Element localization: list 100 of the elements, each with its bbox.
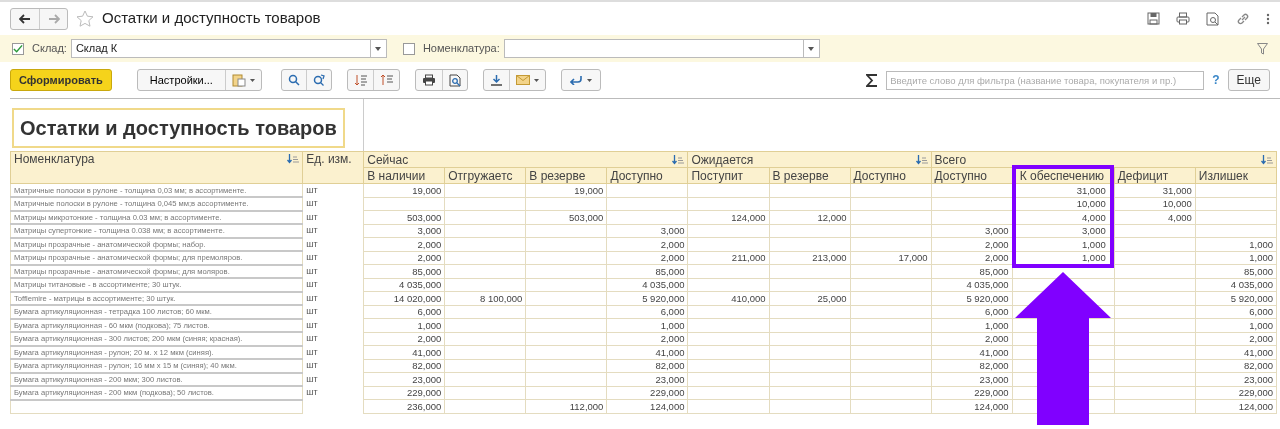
table-cell: 6,000 <box>1195 305 1277 319</box>
generate-button[interactable]: Сформировать <box>10 69 112 91</box>
table-cell: 124,000 <box>931 399 1013 413</box>
back-arrow-icon <box>19 13 31 24</box>
table-cell: 4 035,000 <box>1195 278 1277 292</box>
table-cell: 85,000 <box>1195 264 1277 278</box>
star-icon[interactable] <box>76 10 94 27</box>
table-cell: шт <box>302 291 364 305</box>
print-preview-icon <box>448 73 461 87</box>
table-cell: 23,000 <box>931 372 1013 386</box>
table-cell: 10,000 <box>1114 197 1196 211</box>
dropdown-field[interactable]: Склад К <box>70 39 387 58</box>
sort-icon[interactable] <box>672 154 685 165</box>
return-arrow-icon <box>569 75 582 85</box>
table-cell: шт <box>302 345 364 359</box>
sigma-icon[interactable] <box>866 74 879 88</box>
table-cell: 6,000 <box>931 305 1013 319</box>
table-cell: 14 020,000 <box>363 291 445 305</box>
help-link[interactable]: ? <box>1212 71 1220 89</box>
printer-icon <box>421 74 436 86</box>
table-cell: 1,000 <box>1195 318 1277 332</box>
table-cell: 4 035,000 <box>931 278 1013 292</box>
filter-label: Склад: <box>32 41 67 57</box>
dropdown-field[interactable] <box>503 39 820 58</box>
table-cell: 41,000 <box>1195 345 1277 359</box>
table-cell: шт <box>302 183 364 197</box>
table-cell: 229,000 <box>1195 386 1277 400</box>
table-cell: 3,000 <box>363 224 445 238</box>
table-cell: 229,000 <box>606 386 688 400</box>
table-cell: 82,000 <box>931 359 1013 373</box>
table-cell: 23,000 <box>363 372 445 386</box>
table-cell: 124,000 <box>606 399 688 413</box>
table-cell: шт <box>302 359 364 373</box>
table-cell: 23,000 <box>606 372 688 386</box>
table-cell: 5 920,000 <box>1195 291 1277 305</box>
table-cell: 4 035,000 <box>606 278 688 292</box>
window-title: Остатки и доступность товаров <box>102 8 321 29</box>
more-vertical-icon[interactable] <box>1266 12 1270 25</box>
link-icon[interactable] <box>1236 11 1250 26</box>
table-cell: 8 100,000 <box>444 291 526 305</box>
table-cell: шт <box>302 224 364 238</box>
download-icon <box>489 74 503 86</box>
table-cell: 112,000 <box>525 399 607 413</box>
table-cell: 2,000 <box>363 332 445 346</box>
table-cell: шт <box>302 332 364 346</box>
table-cell: 2,000 <box>606 251 688 265</box>
forward-arrow-icon <box>47 13 60 24</box>
table-cell: 41,000 <box>606 345 688 359</box>
table-cell: 82,000 <box>1195 359 1277 373</box>
checkbox[interactable] <box>12 42 24 55</box>
table-cell: шт <box>302 318 364 332</box>
table-cell: 213,000 <box>769 251 851 265</box>
sort-list-icon <box>353 74 367 86</box>
table-cell: 19,000 <box>525 183 607 197</box>
table-cell: 85,000 <box>363 264 445 278</box>
table-cell: 229,000 <box>363 386 445 400</box>
table-cell: 17,000 <box>850 251 932 265</box>
table-cell: 23,000 <box>1195 372 1277 386</box>
sort-icon[interactable] <box>1261 154 1273 165</box>
caret-icon <box>375 46 382 51</box>
table-cell: 41,000 <box>931 345 1013 359</box>
table-cell: шт <box>302 264 364 278</box>
table-cell: 31,000 <box>1114 183 1196 197</box>
table-cell: 3,000 <box>606 224 688 238</box>
caret-icon <box>808 46 815 51</box>
column-group-header: Сейчас <box>363 151 688 168</box>
column-header: Номенклатура <box>10 151 303 184</box>
search-field[interactable]: Введите слово для фильтра (название товара, покупателя и пр.) <box>886 70 1205 90</box>
table-cell: шт <box>302 237 364 251</box>
report-title: Остатки и доступность товаров <box>12 108 345 148</box>
sort-icon[interactable] <box>287 154 300 164</box>
caret-icon <box>249 78 255 82</box>
table-cell: 19,000 <box>363 183 445 197</box>
table-cell: 2,000 <box>363 251 445 265</box>
table-cell: 6,000 <box>606 305 688 319</box>
printer-icon[interactable] <box>1176 12 1190 25</box>
checkbox[interactable] <box>402 42 415 55</box>
column-header: Ед. изм. <box>302 151 364 184</box>
more-button[interactable]: Еще <box>1227 69 1270 91</box>
table-cell: 82,000 <box>363 359 445 373</box>
table-cell: 5 920,000 <box>606 291 688 305</box>
table-cell: 1,000 <box>363 318 445 332</box>
sort-list-icon <box>379 74 393 86</box>
print-preview-icon[interactable] <box>1206 11 1220 26</box>
caret-icon <box>586 78 592 82</box>
column-group-header: Всего <box>931 151 1277 168</box>
table-cell: 2,000 <box>606 332 688 346</box>
table-cell: 4 035,000 <box>363 278 445 292</box>
filter-label: Номенклатура: <box>422 41 500 57</box>
filter-icon[interactable] <box>1257 42 1268 55</box>
save-icon[interactable] <box>1147 12 1160 25</box>
search-refresh-icon <box>312 74 325 86</box>
search-icon <box>287 74 300 86</box>
table-cell: 1,000 <box>931 318 1013 332</box>
checkmark-icon <box>13 43 23 54</box>
table-cell: 4,000 <box>1114 210 1196 224</box>
sort-icon[interactable] <box>915 154 928 165</box>
table-cell: 82,000 <box>606 359 688 373</box>
table-cell: 1,000 <box>1195 251 1277 265</box>
table-cell: 124,000 <box>1195 399 1277 413</box>
